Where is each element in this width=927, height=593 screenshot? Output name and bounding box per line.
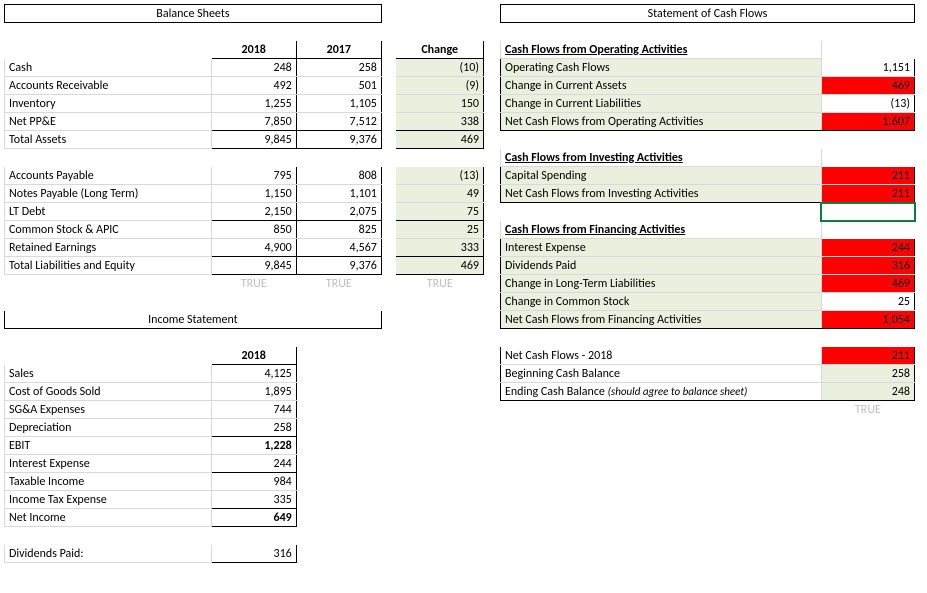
col-change: Change xyxy=(396,41,484,59)
ending-cash-label: Ending Cash Balance (should agree to bal… xyxy=(501,383,822,401)
balance-sheet-table: Balance Sheets 2018 2017 Change Cash 248… xyxy=(4,4,484,563)
cash-flow-table: Statement of Cash Flows Cash Flows from … xyxy=(500,4,915,419)
col-2017: 2017 xyxy=(296,41,381,59)
col-2018: 2018 xyxy=(211,41,296,59)
investing-header: Cash Flows from Investing Activities xyxy=(501,149,822,167)
check-2017: TRUE xyxy=(296,275,381,293)
scf-title: Statement of Cash Flows xyxy=(501,5,915,23)
balance-sheet-title: Balance Sheets xyxy=(5,5,382,23)
operating-header: Cash Flows from Operating Activities xyxy=(501,41,822,59)
scf-check: TRUE xyxy=(821,401,914,419)
check-2018: TRUE xyxy=(211,275,296,293)
financing-header: Cash Flows from Financing Activities xyxy=(501,221,822,239)
selected-cell[interactable] xyxy=(821,203,914,221)
check-change: TRUE xyxy=(396,275,484,293)
income-statement-title: Income Statement xyxy=(5,311,382,329)
row-cash-label: Cash xyxy=(5,59,212,77)
